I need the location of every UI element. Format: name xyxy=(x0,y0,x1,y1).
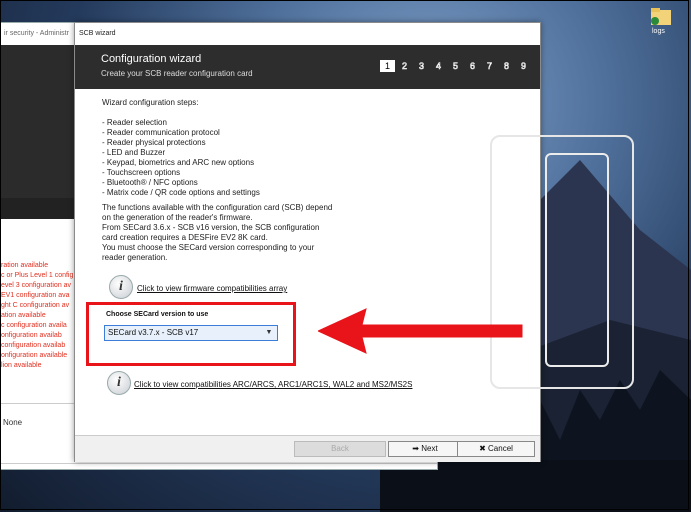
screenshot-frame xyxy=(0,0,689,510)
